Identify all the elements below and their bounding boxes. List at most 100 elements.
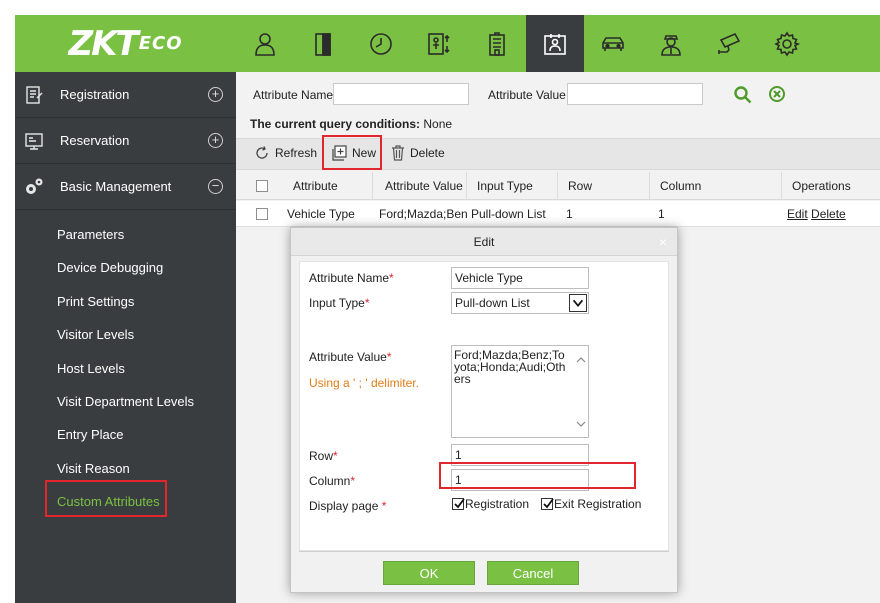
video-camera-icon bbox=[718, 32, 741, 54]
sidebar-item-host-levels[interactable]: Host Levels bbox=[15, 352, 236, 385]
attribute-value-text: Ford;Mazda;Benz;Toyota;Honda;Audi;Others bbox=[454, 348, 566, 386]
column-header-column[interactable]: Column bbox=[650, 172, 782, 200]
column-header-row[interactable]: Row bbox=[558, 172, 650, 200]
attribute-value-hint: Using a ' ; ' delimiter. bbox=[309, 376, 419, 390]
scrollbar[interactable] bbox=[576, 356, 586, 428]
highlight-box bbox=[439, 462, 636, 489]
trash-icon bbox=[392, 145, 404, 161]
column-header-attribute-value[interactable]: Attribute Value bbox=[375, 172, 467, 200]
sidebar-section-label: Reservation bbox=[60, 133, 130, 148]
collapse-icon[interactable]: − bbox=[208, 179, 223, 194]
attribute-name-filter-input[interactable] bbox=[333, 83, 469, 105]
chevron-down-icon[interactable] bbox=[569, 294, 587, 312]
attribute-value-filter-input[interactable] bbox=[567, 83, 703, 105]
refresh-icon bbox=[256, 146, 268, 159]
expand-icon[interactable]: + bbox=[208, 87, 223, 102]
expand-icon[interactable]: + bbox=[208, 133, 223, 148]
sidebar: Registration + Reservation + Basic Manag… bbox=[15, 72, 236, 603]
module-system[interactable] bbox=[758, 15, 816, 72]
registration-icon bbox=[26, 85, 43, 104]
refresh-button[interactable]: Refresh bbox=[254, 145, 317, 161]
module-attendance[interactable] bbox=[352, 15, 410, 72]
column-header-operations: Operations bbox=[792, 179, 851, 193]
close-icon[interactable]: × bbox=[659, 228, 667, 256]
query-conditions: The current query conditions: None bbox=[250, 117, 452, 131]
access-door-icon bbox=[315, 32, 331, 56]
module-elevator[interactable] bbox=[410, 15, 468, 72]
attribute-name-label: Attribute Name* bbox=[309, 271, 394, 285]
sidebar-section-label: Basic Management bbox=[60, 179, 172, 194]
checkmark-icon bbox=[543, 498, 554, 509]
select-all-checkbox[interactable] bbox=[256, 180, 268, 192]
refresh-label: Refresh bbox=[275, 146, 318, 160]
column-label: Column* bbox=[309, 474, 356, 488]
visitor-icon bbox=[544, 33, 566, 55]
column-header-input-type[interactable]: Input Type bbox=[467, 172, 558, 200]
module-patrol[interactable] bbox=[642, 15, 700, 72]
dialog-divider bbox=[299, 551, 669, 552]
sidebar-item-print-settings[interactable]: Print Settings bbox=[15, 285, 236, 318]
registration-option-label[interactable]: Registration bbox=[465, 497, 529, 511]
row-checkbox[interactable] bbox=[256, 208, 268, 220]
module-building[interactable] bbox=[468, 15, 526, 72]
dialog-form: Attribute Name* Vehicle Type Input Type*… bbox=[299, 261, 669, 551]
cell-input-type: Pull-down List bbox=[471, 207, 546, 221]
building-icon bbox=[489, 31, 505, 56]
sidebar-section-registration[interactable]: Registration + bbox=[15, 72, 236, 118]
highlight-box bbox=[45, 480, 167, 517]
delete-link[interactable]: Delete bbox=[811, 207, 846, 221]
exit-registration-checkbox[interactable] bbox=[541, 498, 554, 510]
sidebar-item-entry-place[interactable]: Entry Place bbox=[15, 418, 236, 451]
filter-bar: Attribute Name Attribute Value bbox=[236, 72, 880, 118]
module-video[interactable] bbox=[700, 15, 758, 72]
module-visitor[interactable] bbox=[526, 15, 584, 72]
top-bar: ZKT ECO bbox=[15, 15, 880, 72]
sidebar-item-visitor-levels[interactable]: Visitor Levels bbox=[15, 318, 236, 351]
cell-attribute-name: Vehicle Type bbox=[287, 207, 355, 221]
sidebar-item-device-debugging[interactable]: Device Debugging bbox=[15, 251, 236, 284]
personnel-icon bbox=[255, 32, 275, 56]
input-type-select[interactable]: Pull-down List bbox=[451, 292, 589, 314]
cell-row: 1 bbox=[566, 207, 573, 221]
logo-main-text: ZKT bbox=[68, 23, 138, 64]
patrol-guard-icon bbox=[661, 34, 681, 56]
attribute-value-filter-label: Attribute Value bbox=[488, 88, 566, 102]
cell-operations: Edit Delete bbox=[783, 201, 880, 227]
delete-label: Delete bbox=[410, 146, 445, 160]
sidebar-section-label: Registration bbox=[60, 87, 130, 102]
clear-icon[interactable] bbox=[768, 85, 786, 103]
attribute-name-filter-label: Attribute Name bbox=[253, 88, 334, 102]
input-type-label: Input Type* bbox=[309, 296, 370, 310]
module-access[interactable] bbox=[294, 15, 352, 72]
input-type-selected-value: Pull-down List bbox=[455, 296, 530, 310]
ok-button[interactable]: OK bbox=[383, 561, 475, 585]
parking-car-icon bbox=[602, 36, 624, 51]
exit-registration-option-label[interactable]: Exit Registration bbox=[554, 497, 641, 511]
attribute-name-input[interactable]: Vehicle Type bbox=[451, 267, 589, 289]
dialog-title-bar: Edit × bbox=[291, 228, 677, 256]
sidebar-submenu: Parameters Device Debugging Print Settin… bbox=[15, 210, 236, 519]
column-header-attribute-name[interactable]: Attribute Name bbox=[283, 172, 373, 221]
query-conditions-value: None bbox=[423, 117, 453, 131]
sidebar-item-parameters[interactable]: Parameters bbox=[15, 218, 236, 251]
display-page-label: Display page * bbox=[309, 499, 387, 513]
edit-link[interactable]: Edit bbox=[787, 207, 808, 221]
registration-checkbox[interactable] bbox=[452, 498, 465, 510]
module-bar bbox=[236, 15, 880, 72]
attribute-value-textarea[interactable]: Ford;Mazda;Benz;Toyota;Honda;Audi;Others bbox=[451, 345, 589, 438]
cancel-button[interactable]: Cancel bbox=[487, 561, 579, 585]
sidebar-item-visit-department-levels[interactable]: Visit Department Levels bbox=[15, 385, 236, 418]
module-personnel[interactable] bbox=[236, 15, 294, 72]
sidebar-section-reservation[interactable]: Reservation + bbox=[15, 118, 236, 164]
system-gear-icon bbox=[774, 31, 801, 56]
module-parking[interactable] bbox=[584, 15, 642, 72]
delete-button[interactable]: Delete bbox=[391, 145, 445, 161]
attribute-value-label: Attribute Value* bbox=[309, 350, 392, 364]
cell-column: 1 bbox=[658, 207, 665, 221]
search-icon[interactable] bbox=[733, 85, 753, 105]
sidebar-section-basic-management[interactable]: Basic Management − bbox=[15, 164, 236, 210]
logo-suffix-text: ECO bbox=[138, 33, 183, 54]
reservation-icon bbox=[25, 132, 43, 150]
table-row[interactable]: Vehicle Type Ford;Mazda;Benz Pull-down L… bbox=[236, 201, 880, 227]
checkmark-icon bbox=[454, 498, 465, 509]
